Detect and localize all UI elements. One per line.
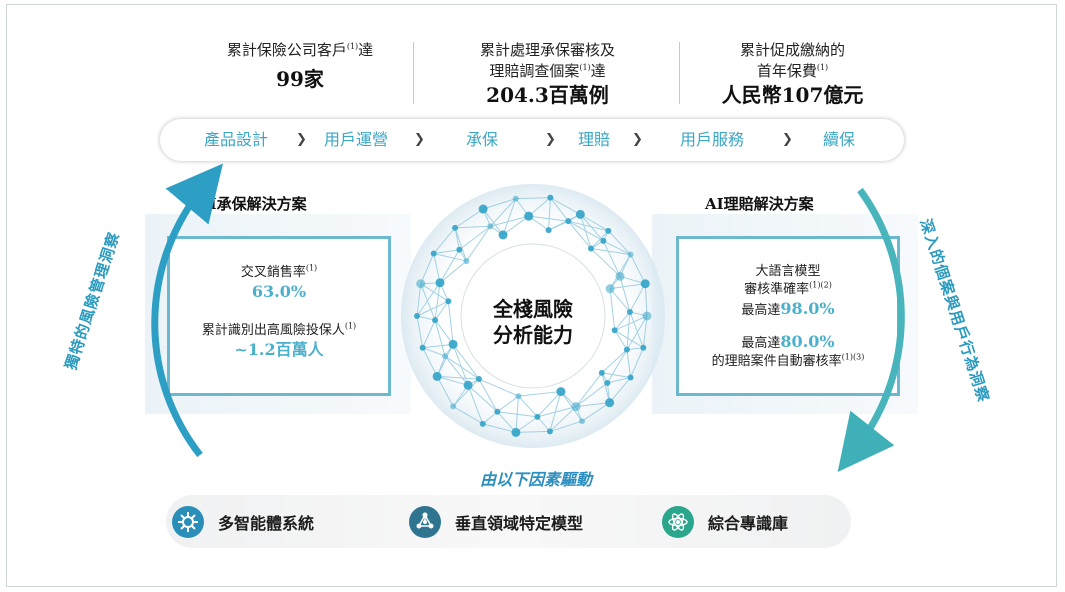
network-node [571,402,581,412]
network-node [450,403,457,410]
network-node [615,271,625,281]
network-node [605,227,612,234]
network-node [598,369,605,376]
network-node [623,346,630,353]
network-node [640,344,647,351]
network-node [478,204,488,214]
network-node [640,279,650,289]
network-node [414,313,420,319]
network-node [432,317,439,324]
network-node [430,250,437,257]
network-node [575,209,585,219]
network-node [435,278,445,288]
network-node [626,308,633,315]
molecule-network-icon [409,506,441,538]
network-node [627,251,634,258]
network-node [463,380,473,390]
network-node [456,246,463,253]
network-node [611,327,618,334]
network-node [587,245,594,252]
driven-by-heading: 由以下因素驅動 [479,470,592,489]
network-node [524,211,534,221]
network-node [545,227,552,234]
network-node [556,387,566,397]
driver-knowledge-base: 綜合專識庫 [662,506,788,538]
network-node [416,279,426,289]
left-cycle-arrow [151,163,223,458]
network-node [547,194,554,201]
network-node [498,230,508,240]
network-node [463,258,470,265]
network-node [604,379,611,386]
gear-network-icon [172,506,204,538]
network-node [432,371,442,381]
network-node [445,298,452,305]
network-node [512,195,519,202]
network-node [475,375,482,382]
network-node [452,224,459,231]
driver-label: 垂直領域特定模型 [455,514,584,533]
network-node [511,427,521,437]
network-node [605,398,615,408]
network-node [627,374,634,381]
network-node [494,408,501,415]
driver-label: 多智能體系統 [218,514,315,533]
network-node [442,353,449,360]
network-node [600,237,607,244]
network-node [605,284,615,294]
driver-label: 綜合專識庫 [708,514,789,533]
network-node [534,413,541,420]
network-node [579,418,586,425]
center-label-line1: 全棧風險 [493,297,573,321]
network-node [565,218,572,225]
network-node [642,311,652,321]
driver-multi-agent: 多智能體系統 [172,506,314,538]
driver-vertical-models: 垂直領域特定模型 [409,506,583,538]
network-node [479,420,486,427]
network-node [448,339,458,349]
right-cycle-arrow [837,187,905,472]
network-node [419,344,426,351]
atom-knowledge-icon [662,506,694,538]
network-node [487,223,494,230]
center-label-line2: 分析能力 [493,323,573,347]
full-stack-risk-label: 全棧風險 分析能力 [468,296,598,348]
network-node [515,393,522,400]
network-node [546,428,553,435]
